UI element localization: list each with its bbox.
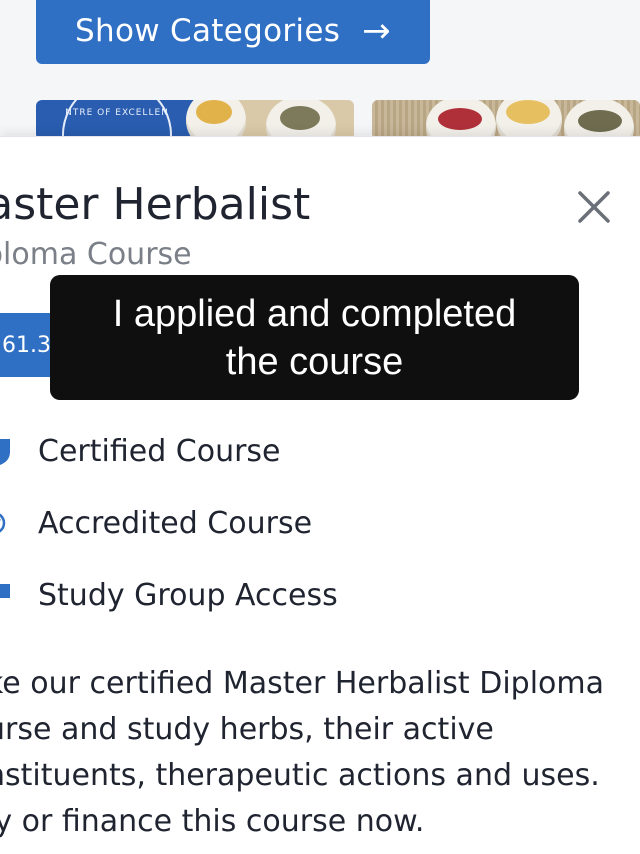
- price-label: 61.3: [2, 332, 51, 358]
- course-detail-sheet: laster Herbalist ploma Course 61.3 Certi…: [0, 136, 640, 854]
- course-thumbnail-2[interactable]: [372, 100, 640, 140]
- video-caption: I applied and completed the course: [50, 275, 579, 400]
- course-description: ke our certified Master Herbalist Diplom…: [0, 666, 604, 839]
- check-circle-icon: [0, 513, 6, 533]
- herb-image: [280, 106, 320, 130]
- excellence-seal-logo: NTRE OF EXCELLEN: [62, 100, 172, 140]
- herb-image: [438, 108, 482, 130]
- caption-line-1: I applied and completed: [112, 292, 517, 335]
- close-icon: [578, 191, 610, 223]
- shield-icon: [0, 439, 10, 465]
- course-title: laster Herbalist: [0, 179, 311, 230]
- show-categories-button[interactable]: Show Categories →: [36, 0, 430, 64]
- herb-image: [578, 110, 622, 132]
- herb-image: [196, 100, 232, 124]
- course-subtitle: ploma Course: [0, 237, 192, 272]
- show-categories-label: Show Categories: [75, 13, 341, 49]
- course-thumbnail[interactable]: NTRE OF EXCELLEN: [36, 100, 354, 140]
- close-button[interactable]: [572, 185, 616, 229]
- caption-line-2: the course: [225, 340, 404, 383]
- arrow-right-icon: →: [362, 11, 391, 51]
- chat-bubble-icon: [0, 584, 10, 598]
- herb-image: [506, 100, 550, 124]
